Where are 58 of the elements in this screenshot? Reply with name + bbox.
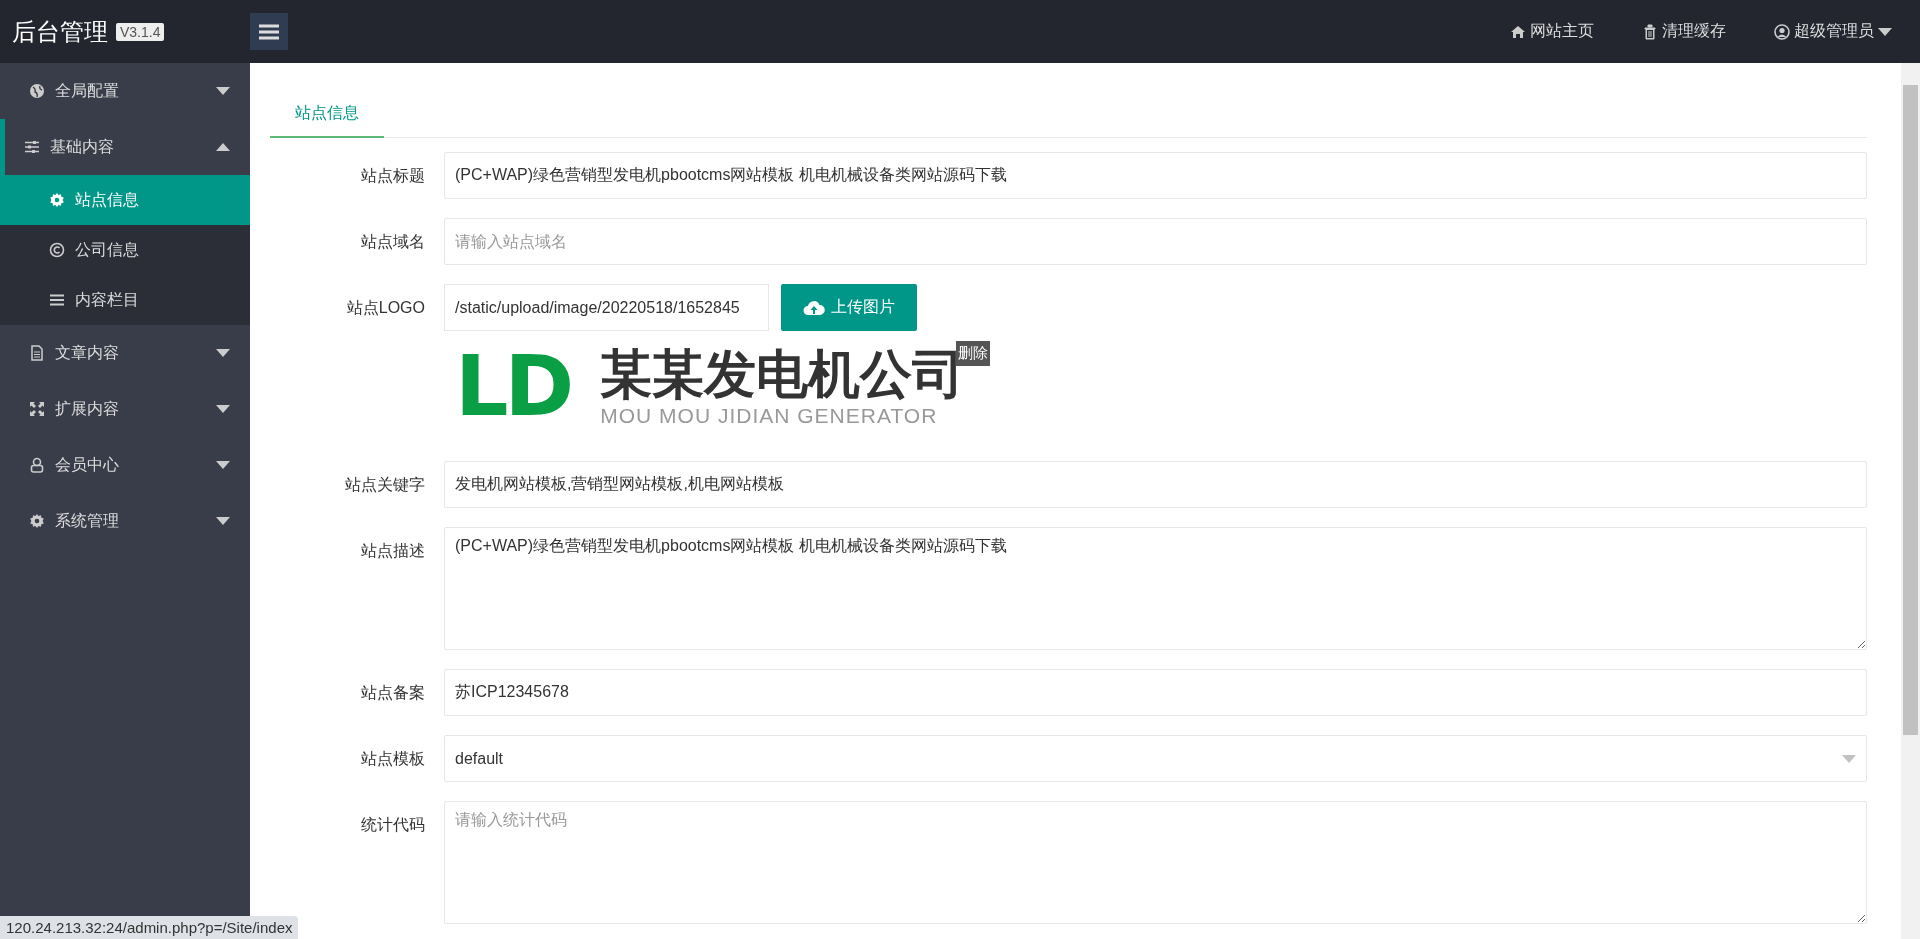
sidebar-item[interactable]: 会员中心: [0, 437, 250, 493]
trash-icon: [1642, 23, 1658, 40]
field-label: 站点域名: [360, 232, 425, 252]
caret-up-icon: [216, 143, 230, 151]
sidebar-item[interactable]: 扩展内容: [0, 381, 250, 437]
sidebar-subitem[interactable]: 站点信息: [0, 175, 250, 225]
text-area[interactable]: 请输入统计代码: [444, 801, 1867, 924]
expand-arrows-icon: [29, 401, 45, 417]
document-icon: [29, 345, 45, 361]
header-link[interactable]: 清理缓存: [1642, 21, 1726, 42]
text-field[interactable]: /static/upload/image/20220518/1652845: [444, 284, 769, 331]
status-url: 120.24.213.32:24/admin.php?p=/Site/index: [0, 916, 299, 939]
caret-down-icon: [216, 517, 230, 525]
user-outline-icon: [29, 457, 45, 473]
list-icon: [49, 292, 65, 308]
caret-down-icon: [1842, 754, 1856, 763]
cloud-upload-icon: [803, 299, 825, 316]
tab[interactable]: 站点信息: [270, 91, 384, 138]
field-label: 站点标题: [360, 166, 425, 186]
header-link[interactable]: 网站主页: [1510, 21, 1594, 42]
house-icon: [1510, 23, 1526, 40]
copyright-icon: [49, 242, 65, 258]
logo-mark: LD: [455, 344, 571, 428]
app-title: 后台管理: [12, 16, 108, 47]
text-field[interactable]: 请输入站点域名: [444, 218, 1867, 265]
sidebar-item[interactable]: 系统管理: [0, 493, 250, 549]
header-link[interactable]: 超级管理员: [1774, 21, 1892, 42]
gear-icon: [29, 513, 45, 529]
text-field[interactable]: (PC+WAP)绿色营销型发电机pbootcms网站模板 机电机械设备类网站源码下载: [444, 152, 1867, 199]
caret-down-icon: [216, 405, 230, 413]
sidebar-item[interactable]: 全局配置: [0, 63, 250, 119]
caret-down-icon: [216, 87, 230, 95]
text-field[interactable]: 发电机网站模板,营销型网站模板,机电网站模板: [444, 461, 1867, 508]
field-label: 统计代码: [360, 815, 425, 835]
field-label: 站点模板: [360, 749, 425, 769]
scrollbar[interactable]: [1901, 63, 1920, 939]
field-label: 站点LOGO: [345, 298, 425, 318]
sidebar-subitem[interactable]: 公司信息: [0, 225, 250, 275]
caret-down-icon: [216, 349, 230, 357]
sliders-icon: [24, 139, 40, 155]
user-circle-icon: [1774, 23, 1790, 40]
version-badge: V3.1.4: [116, 22, 165, 41]
sidebar-item[interactable]: 文章内容: [0, 325, 250, 381]
logo-subtitle: MOU MOU JIDIAN GENERATOR: [600, 404, 939, 428]
field-label: 站点备案: [360, 683, 425, 703]
field-label: 站点描述: [360, 541, 425, 561]
select-field[interactable]: default: [444, 735, 1867, 782]
menu-icon: [259, 23, 279, 40]
scrollbar-thumb[interactable]: [1903, 85, 1918, 735]
menu-toggle-button[interactable]: [250, 13, 288, 50]
text-area[interactable]: (PC+WAP)绿色营销型发电机pbootcms网站模板 机电机械设备类网站源码下载: [444, 527, 1867, 650]
field-label: 站点关键字: [344, 475, 425, 495]
text-field[interactable]: 苏ICP12345678: [444, 669, 1867, 716]
upload-button[interactable]: 上传图片: [781, 284, 917, 331]
caret-down-icon: [216, 461, 230, 469]
sidebar-subitem[interactable]: 内容栏目: [0, 275, 250, 325]
globe-icon: [29, 83, 45, 99]
gear-icon: [49, 192, 65, 208]
